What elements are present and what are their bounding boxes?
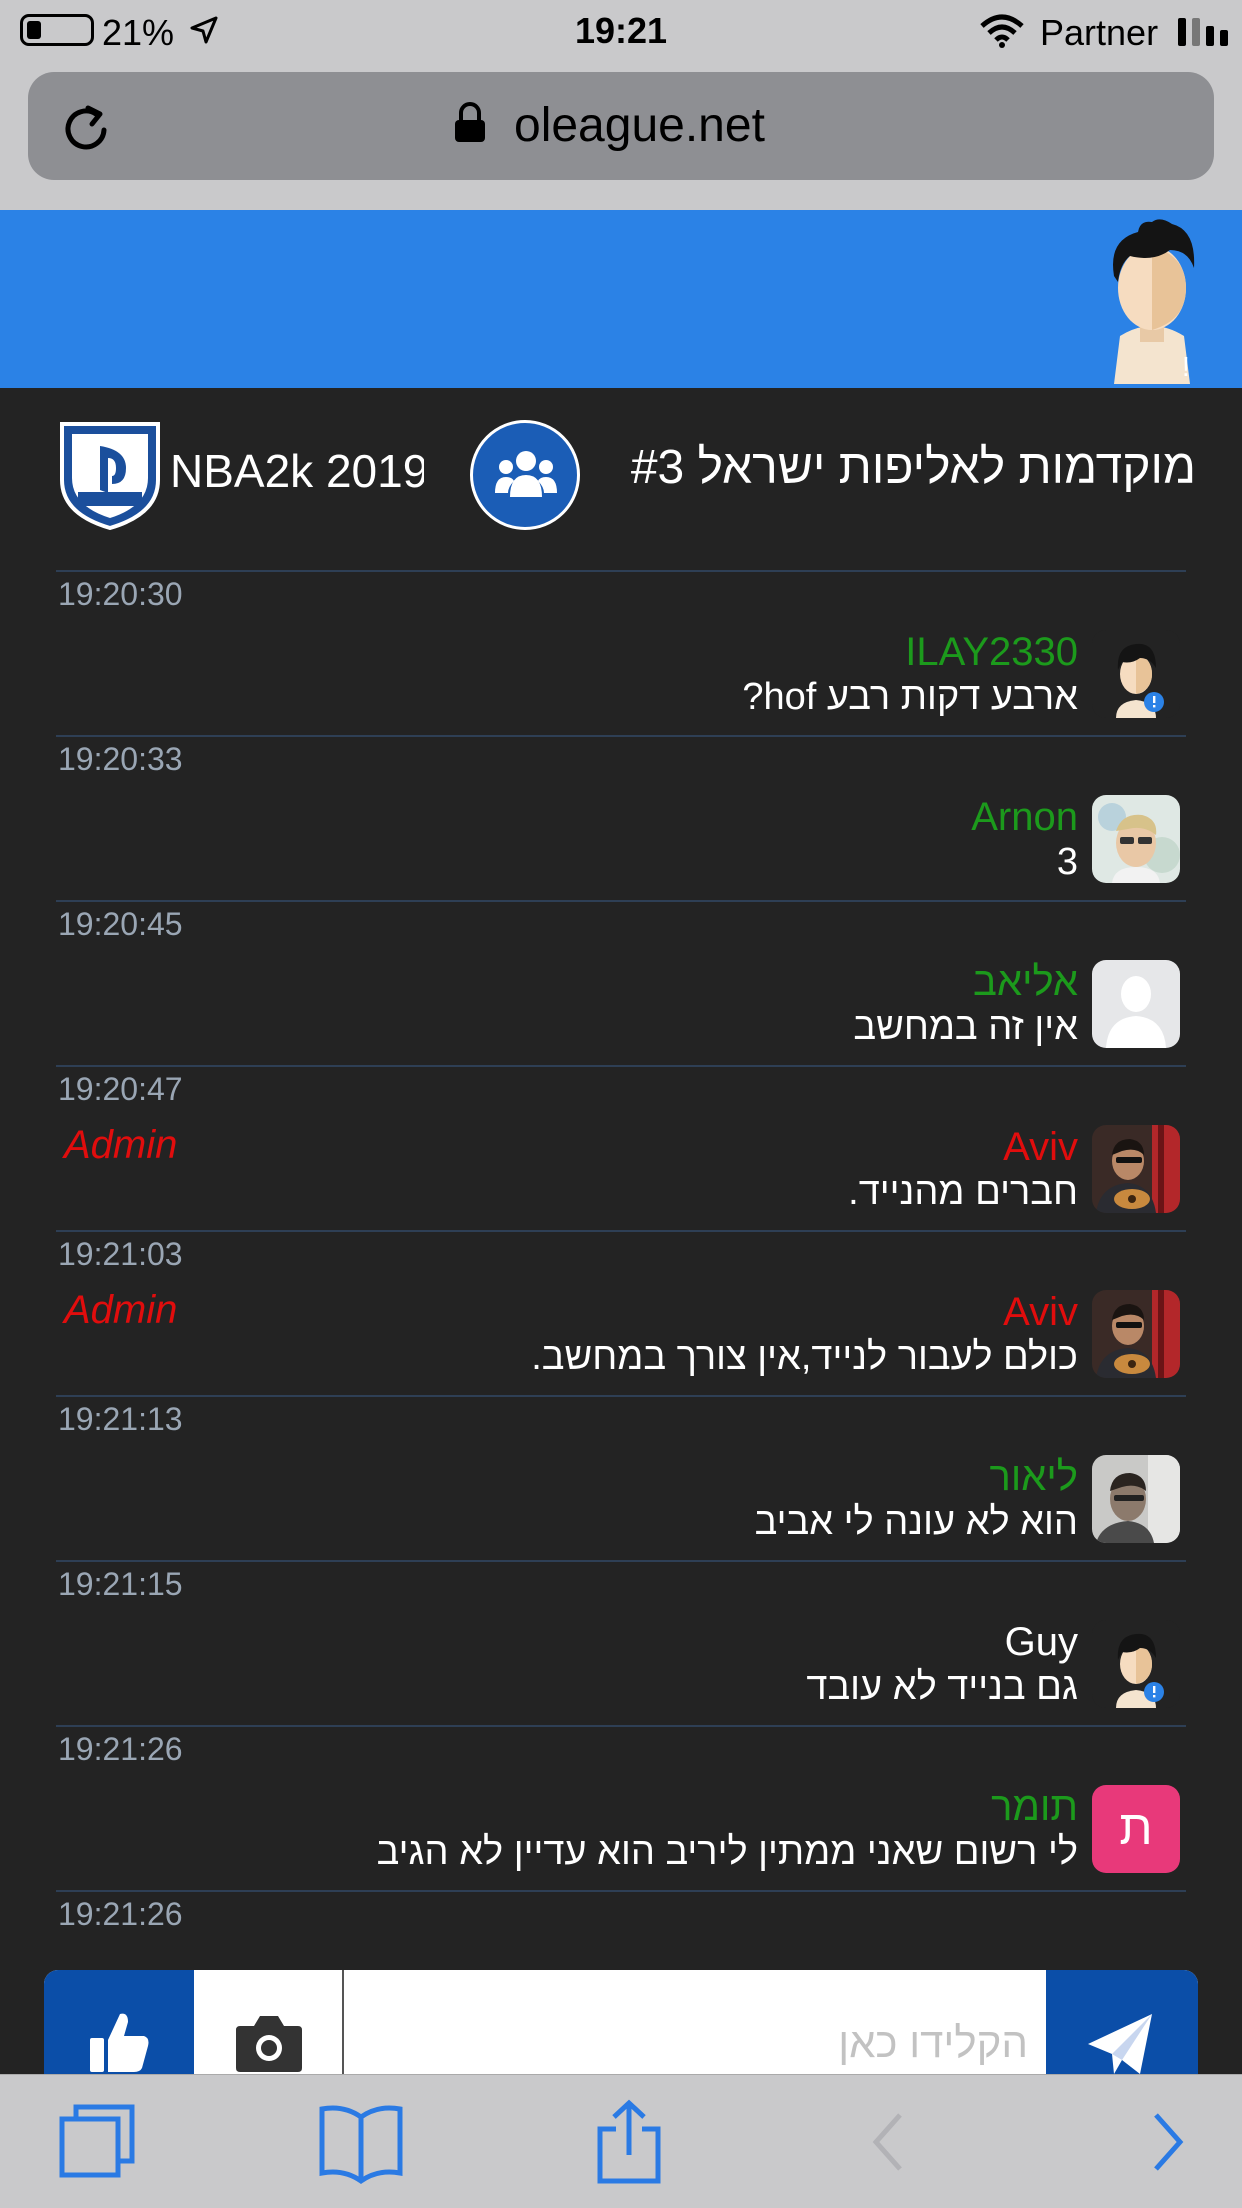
message-item: 19:21:13 ליאור הוא לא עונה לי אביב [56,1395,1186,1560]
user-avatar[interactable] [1092,1290,1180,1378]
message-text: גם בנייד לא עובד [806,1666,1078,1708]
share-icon[interactable] [584,2099,674,2185]
like-button[interactable] [44,1970,194,2074]
user-photo-icon [1092,795,1180,883]
lock-icon [455,102,485,142]
message-time: 19:20:45 [58,906,183,942]
message-author[interactable]: Aviv [1003,1290,1078,1335]
message-item: 19:20:45 אליאב אין זה במחשב [56,900,1186,1065]
message-author[interactable]: Guy [1005,1620,1078,1665]
address-bar[interactable]: oleague.net [28,72,1214,180]
site-header: ! [0,210,1242,388]
message-time: 19:20:33 [58,741,183,777]
message-text: אין זה במחשב [853,1006,1078,1048]
message-text: 3 [1056,841,1078,883]
user-avatar[interactable] [1092,960,1180,1048]
user-photo-icon [1092,1125,1180,1213]
camera-button[interactable] [194,1970,344,2074]
message-input[interactable] [346,1970,1046,2074]
message-time: 19:20:30 [58,576,183,612]
message-text: ארבע דקות רבע hof? [742,676,1078,718]
camera-icon [236,2016,302,2072]
reload-icon[interactable] [58,100,114,156]
room-bar: NBA2k 2019 מוקדמות לאליפות ישראל #3 [0,388,1242,568]
forward-arrow-icon[interactable] [1120,2099,1210,2185]
message-author[interactable]: אליאב [973,960,1078,1005]
user-avatar[interactable] [1092,1455,1180,1543]
message-item: 19:21:03 Admin Aviv כולם לעבור לנייד,אין… [56,1230,1186,1395]
message-time: 19:21:13 [58,1401,183,1437]
user-avatar[interactable] [1092,630,1180,718]
letter-avatar[interactable]: ת [1092,1785,1180,1873]
message-time: 19:21:03 [58,1236,183,1272]
url-text[interactable]: oleague.net [514,98,765,153]
cartoon-avatar-icon [1092,630,1180,718]
carrier-name: Partner [1040,12,1159,53]
browser-toolbar [0,2074,1242,2208]
league-shield-logo [60,422,160,530]
message-time: 19:20:47 [58,1071,183,1107]
cartoon-avatar-icon [1092,1620,1180,1708]
message-time: 19:21:15 [58,1566,183,1602]
message-text: חברים מהנייד. [848,1171,1078,1213]
thumbs-up-icon [90,2013,149,2072]
group-users-icon [495,451,557,497]
message-text: כולם לעבור לנייד,אין צורך במחשב. [531,1336,1078,1378]
message-item: 19:20:33 Arnon 3 [56,735,1186,900]
room-title: מוקדמות לאליפות ישראל #3 [630,441,1196,494]
message-text: הוא לא עונה לי אביב [754,1501,1078,1543]
message-time: 19:21:26 [58,1731,183,1767]
message-item: 19:20:47 Admin Aviv חברים מהנייד. [56,1065,1186,1230]
message-item: 19:21:26 תומר לי רשום שאני ממתין ליריב ה… [56,1725,1186,1890]
send-paper-plane-icon [1088,2014,1152,2074]
silhouette-avatar-icon [1092,960,1180,1048]
wifi-icon [980,14,1024,48]
message-composer [44,1970,1198,2074]
avatar-letter: ת [1119,1802,1153,1855]
screen: 21% 19:21 Partner oleague.net ! NBA2k 20… [0,0,1242,2208]
back-arrow-icon[interactable] [846,2099,936,2185]
message-author[interactable]: ליאור [990,1455,1078,1500]
user-avatar[interactable] [1092,1125,1180,1213]
user-avatar[interactable] [1092,1620,1180,1708]
send-button[interactable] [1046,1970,1198,2074]
profile-avatar-icon[interactable]: ! [1100,216,1204,384]
group-button[interactable] [470,420,580,530]
message-author[interactable]: תומר [991,1785,1078,1830]
message-item: 19:21:15 Guy גם בנייד לא עובד [56,1560,1186,1725]
status-bar: 21% 19:21 Partner [0,0,1242,62]
user-avatar[interactable] [1092,795,1180,883]
admin-badge: Admin [64,1288,178,1332]
message-author[interactable]: ILAY2330 [905,630,1078,675]
browser-url-area: oleague.net [0,62,1242,210]
message-text: לי רשום שאני ממתין ליריב הוא עדיין לא הג… [376,1831,1078,1873]
bookmarks-icon[interactable] [316,2099,406,2185]
user-photo-icon [1092,1290,1180,1378]
tabs-icon[interactable] [54,2099,144,2185]
user-photo-icon [1092,1455,1180,1543]
message-list: 19:20:30 ILAY2330 ארבע דקות רבע hof? 19:… [56,570,1186,1970]
message-item: 19:21:26 [56,1890,1186,1970]
message-author[interactable]: Aviv [1003,1125,1078,1170]
message-item: 19:20:30 ILAY2330 ארבע דקות רבע hof? [56,570,1186,735]
admin-badge: Admin [64,1123,178,1167]
signal-bars-icon [1178,18,1228,46]
svg-text:!: ! [1182,351,1190,382]
game-name: NBA2k 2019 [170,445,424,497]
message-time: 19:21:26 [58,1896,183,1932]
message-author[interactable]: Arnon [971,795,1078,840]
